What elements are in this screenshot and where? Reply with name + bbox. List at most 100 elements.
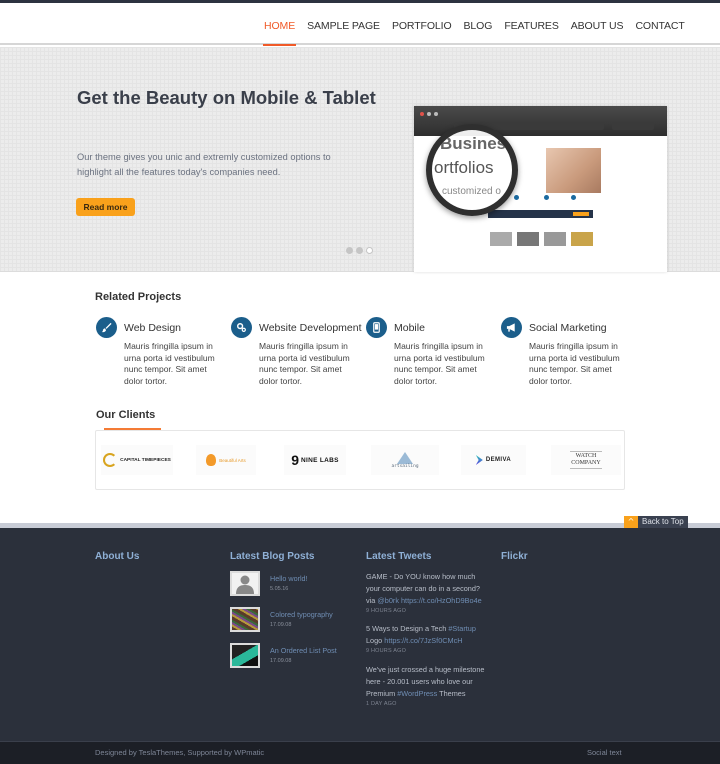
nav-portfolio[interactable]: PORTFOLIO: [386, 3, 458, 45]
footer-tweets-title: Latest Tweets: [366, 551, 432, 562]
project-title[interactable]: Website Development: [259, 322, 362, 334]
tweet-timestamp: 1 DAY AGO: [366, 701, 397, 707]
browser-search-bar: [612, 122, 654, 130]
post-date: 17.09.08: [270, 622, 292, 628]
beautiful-arts-icon: [206, 454, 217, 466]
capital-timepieces-icon: [103, 453, 118, 467]
nine-labs-icon: 9: [291, 452, 300, 468]
mockup-thumb: [490, 232, 512, 246]
client-logo-nine-labs[interactable]: 9 NINE LABS: [284, 445, 346, 475]
tweet-item: 5 Ways to Design a Tech #Startup Logo ht…: [366, 623, 490, 655]
mockup-thumb: [517, 232, 539, 246]
tweet-timestamp: 9 HOURS AGO: [366, 648, 407, 654]
mockup-dot: [514, 195, 519, 200]
browser-max-dot: [434, 112, 438, 116]
client-logo-text: WATCH COMPANY: [570, 451, 602, 469]
client-logo-text: CAPITAL TIMEPIECES: [120, 457, 171, 463]
read-more-button[interactable]: Read more: [76, 198, 135, 216]
post-thumbnail[interactable]: [230, 643, 260, 668]
social-text: Social text: [587, 748, 622, 757]
footer-blog-title: Latest Blog Posts: [230, 551, 315, 562]
client-logo-beautiful-arts[interactable]: Beautiful Arts: [196, 445, 256, 475]
nav-about-us[interactable]: ABOUT US: [565, 3, 630, 45]
post-title[interactable]: Colored typography: [270, 610, 333, 619]
project-text: Mauris fringilla ipsum in urna porta id …: [124, 341, 215, 386]
client-logo-text: DEMIVA: [485, 457, 512, 463]
client-logo-watch-company[interactable]: WATCH COMPANY: [551, 445, 621, 475]
gears-icon: [231, 317, 252, 338]
hero-title: Get the Beauty on Mobile & Tablet: [77, 87, 376, 108]
slider-pagination: [346, 247, 373, 254]
post-thumbnail[interactable]: [230, 607, 260, 632]
project-text: Mauris fringilla ipsum in urna porta id …: [529, 341, 620, 386]
tweet-text: 5 Ways to Design a Tech: [366, 624, 449, 633]
our-clients-title: Our Clients: [96, 409, 156, 421]
slider-dot-1[interactable]: [346, 247, 353, 254]
post-title[interactable]: Hello world!: [270, 574, 308, 583]
megaphone-icon: [501, 317, 522, 338]
client-logo-text: artsailing: [391, 463, 419, 469]
main-nav: HOME SAMPLE PAGE PORTFOLIO BLOG FEATURES…: [258, 3, 691, 46]
footer-flickr-title: Flickr: [501, 551, 528, 562]
related-projects-title: Related Projects: [95, 291, 182, 303]
project-text: Mauris fringilla ipsum in urna porta id …: [259, 341, 350, 386]
slider-dot-2[interactable]: [356, 247, 363, 254]
client-logo-artsailing[interactable]: artsailing: [371, 445, 439, 475]
tweet-text: Logo: [366, 636, 385, 645]
post-date: 5.05.16: [270, 586, 289, 592]
tweet-hashtag-link[interactable]: #Startup: [448, 624, 476, 633]
project-title[interactable]: Mobile: [394, 322, 425, 334]
paintbrush-icon: [96, 317, 117, 338]
tweet-hashtag-link[interactable]: #WordPress: [397, 689, 437, 698]
hero-device-mockup: Business ortfolios customized o: [414, 106, 667, 272]
mockup-dot: [544, 195, 549, 200]
nav-sample-page[interactable]: SAMPLE PAGE: [301, 3, 386, 45]
tweet-item: GAME - Do YOU know how much your compute…: [366, 571, 490, 615]
lens-text: customized o: [442, 186, 501, 197]
chevron-up-icon: ^: [624, 516, 638, 528]
magnifier-lens: Business ortfolios customized o: [426, 124, 518, 216]
footer-about-title: About Us: [95, 551, 140, 562]
client-logo-text: NINE LABS: [301, 456, 339, 464]
mockup-thumb: [571, 232, 593, 246]
site-footer: About Us Latest Blog Posts Latest Tweets…: [0, 528, 720, 741]
post-thumbnail[interactable]: [230, 571, 260, 596]
browser-close-dot: [420, 112, 424, 116]
tweet-item: We've just crossed a huge milestone here…: [366, 664, 490, 708]
back-to-top-button[interactable]: ^ Back to Top: [624, 516, 688, 528]
mockup-dot: [571, 195, 576, 200]
tweet-url-link[interactable]: https://t.co/HzOhD9Bo4e: [401, 596, 482, 605]
client-logo-demiva[interactable]: DEMIVA: [461, 445, 526, 475]
slider-dot-3[interactable]: [366, 247, 373, 254]
tweet-mention-link[interactable]: @b0rk: [377, 596, 399, 605]
nav-contact[interactable]: CONTACT: [629, 3, 690, 45]
lens-text: ortfolios: [434, 158, 494, 177]
site-header: HOME SAMPLE PAGE PORTFOLIO BLOG FEATURES…: [0, 3, 720, 46]
tweet-timestamp: 9 HOURS AGO: [366, 608, 407, 614]
mockup-model-photo: [546, 148, 601, 193]
tweet-url-link[interactable]: https://t.co/7JzSf0CMcH: [384, 636, 462, 645]
client-logo-text: Beautiful Arts: [219, 457, 246, 463]
nav-blog[interactable]: BLOG: [458, 3, 499, 45]
back-to-top-label: Back to Top: [638, 516, 688, 528]
project-title[interactable]: Social Marketing: [529, 322, 607, 334]
credits-text: Designed by TeslaThemes, Supported by WP…: [95, 748, 265, 757]
bottom-bar: Designed by TeslaThemes, Supported by WP…: [0, 741, 720, 764]
user-placeholder-icon: [236, 575, 254, 594]
client-logo-capital-timepieces[interactable]: CAPITAL TIMEPIECES: [101, 445, 173, 475]
demiva-icon: [475, 455, 483, 465]
clients-carousel: CAPITAL TIMEPIECES Beautiful Arts 9 NINE…: [95, 430, 625, 490]
hero-text: Our theme gives you unic and extremly cu…: [77, 152, 331, 177]
lens-text: Business: [440, 134, 516, 153]
mobile-icon: [366, 317, 387, 338]
nav-features[interactable]: FEATURES: [498, 3, 564, 45]
project-text: Mauris fringilla ipsum in urna porta id …: [394, 341, 485, 386]
post-date: 17.09.08: [270, 658, 292, 664]
post-title[interactable]: An Ordered List Post: [270, 646, 337, 655]
nav-home[interactable]: HOME: [258, 3, 301, 46]
browser-min-dot: [427, 112, 431, 116]
sailboat-icon: [397, 451, 413, 464]
mockup-banner: [488, 210, 593, 218]
project-title[interactable]: Web Design: [124, 322, 181, 334]
mockup-thumb: [544, 232, 566, 246]
